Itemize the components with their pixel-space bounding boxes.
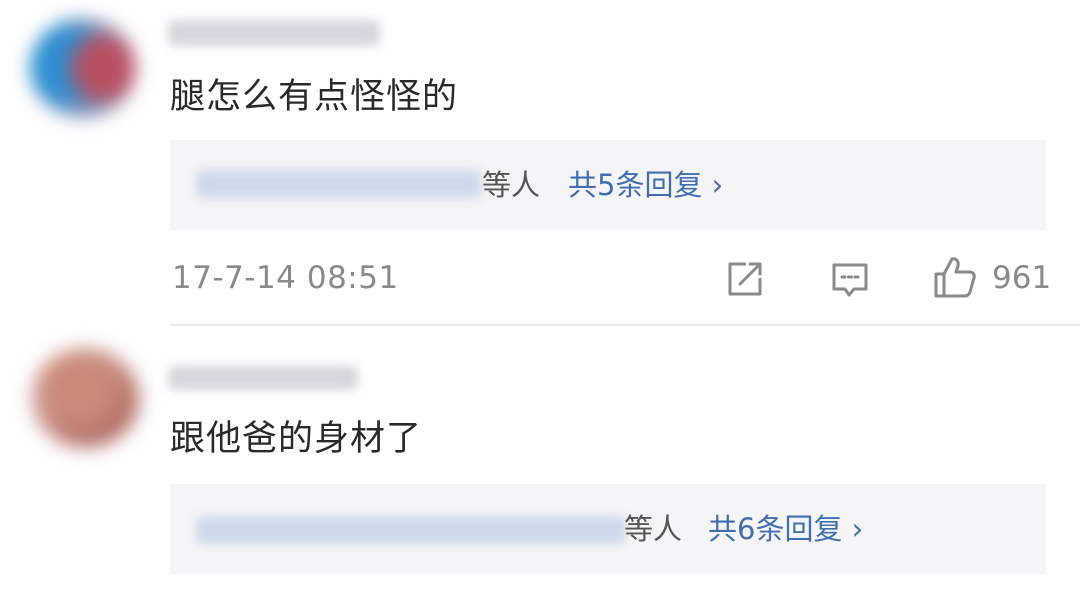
- comment-item: 跟他爸的身材了 等人 共6条回复 ›: [0, 0, 1080, 590]
- comment-feed: 腿怎么有点怪怪的 等人 共5条回复 › 17-7-14 08:51 961 跟他…: [0, 0, 1080, 590]
- reply-suffix: 等人: [624, 512, 683, 546]
- reply-usernames-blurred: [196, 516, 626, 544]
- avatar[interactable]: [30, 348, 140, 448]
- reply-preview-box[interactable]: 等人 共6条回复 ›: [170, 484, 1046, 574]
- username-blurred[interactable]: [168, 366, 358, 390]
- comment-text: 跟他爸的身材了: [170, 419, 423, 459]
- reply-count-link[interactable]: 共6条回复 ›: [708, 512, 863, 547]
